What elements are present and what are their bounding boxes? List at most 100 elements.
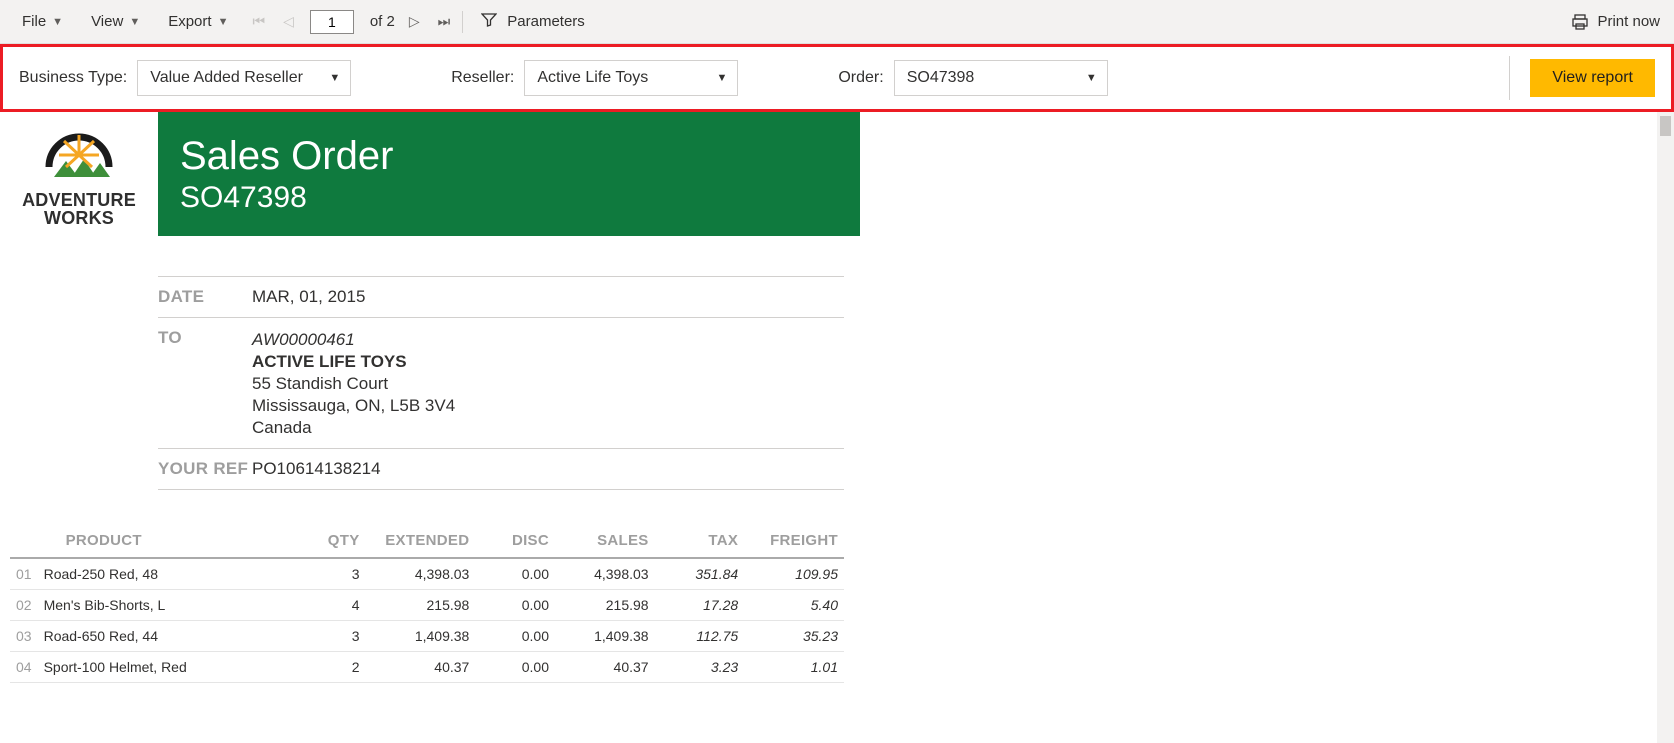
to-label: TO	[158, 328, 252, 348]
reseller-select[interactable]: Active Life Toys ▼	[524, 60, 738, 96]
cell-tax: 17.28	[655, 590, 745, 621]
ref-label: YOUR REF	[158, 459, 252, 479]
row-index: 03	[10, 621, 38, 652]
logo-text-line1: ADVENTURE	[22, 191, 136, 209]
row-index: 04	[10, 652, 38, 683]
parameter-bar: Business Type: Value Added Reseller ▼ Re…	[0, 44, 1674, 112]
cell-sales: 4,398.03	[555, 558, 655, 590]
cell-disc: 0.00	[475, 590, 555, 621]
export-menu[interactable]: Export ▼	[160, 9, 236, 34]
cell-sales: 1,409.38	[555, 621, 655, 652]
page-number-input[interactable]	[310, 10, 354, 34]
reseller-value: Active Life Toys	[537, 69, 648, 87]
th-qty: QTY	[306, 524, 366, 558]
table-row: 03Road-650 Red, 4431,409.380.001,409.381…	[10, 621, 844, 652]
adventure-works-logo: ADVENTURE WORKS	[0, 112, 158, 236]
page-total-label: of 2	[370, 13, 395, 30]
th-tax: TAX	[655, 524, 745, 558]
param-business-type: Business Type: Value Added Reseller ▼	[19, 60, 351, 96]
file-menu[interactable]: File ▼	[14, 9, 71, 34]
cell-sales: 215.98	[555, 590, 655, 621]
cell-freight: 35.23	[744, 621, 844, 652]
report-title-band: Sales Order SO47398	[158, 112, 860, 236]
print-button[interactable]: Print now	[1571, 13, 1660, 31]
view-menu-label: View	[91, 13, 123, 30]
cell-extended: 4,398.03	[366, 558, 476, 590]
date-value: MAR, 01, 2015	[252, 287, 365, 307]
cell-disc: 0.00	[475, 652, 555, 683]
th-freight: FREIGHT	[744, 524, 844, 558]
chevron-down-icon: ▼	[52, 16, 63, 28]
first-page-icon: ⏮	[248, 11, 269, 32]
line-items-table: PRODUCT QTY EXTENDED DISC SALES TAX FREI…	[10, 524, 844, 683]
table-row: 01Road-250 Red, 4834,398.030.004,398.033…	[10, 558, 844, 590]
row-index: 02	[10, 590, 38, 621]
toolbar-divider	[462, 11, 463, 33]
table-row: 04Sport-100 Helmet, Red240.370.0040.373.…	[10, 652, 844, 683]
parameters-label[interactable]: Parameters	[507, 13, 585, 30]
cell-disc: 0.00	[475, 558, 555, 590]
last-page-icon[interactable]: ⏭	[434, 11, 455, 32]
reseller-label: Reseller:	[451, 69, 514, 87]
th-extended: EXTENDED	[366, 524, 476, 558]
param-reseller: Reseller: Active Life Toys ▼	[451, 60, 738, 96]
page-nav: ⏮ ◁ of 2 ▷ ⏭	[248, 10, 454, 34]
info-row-ref: YOUR REF PO10614138214	[158, 449, 844, 490]
view-report-button[interactable]: View report	[1530, 59, 1655, 97]
cell-qty: 3	[306, 558, 366, 590]
print-label: Print now	[1597, 13, 1660, 30]
cell-qty: 4	[306, 590, 366, 621]
caret-down-icon: ▼	[1086, 72, 1097, 84]
export-menu-label: Export	[168, 13, 211, 30]
chevron-down-icon: ▼	[218, 16, 229, 28]
order-info: DATE MAR, 01, 2015 TO AW00000461 ACTIVE …	[158, 276, 844, 490]
file-menu-label: File	[22, 13, 46, 30]
prev-page-icon: ◁	[279, 11, 298, 32]
logo-icon	[24, 121, 134, 191]
cell-qty: 2	[306, 652, 366, 683]
info-row-to: TO AW00000461 ACTIVE LIFE TOYS 55 Standi…	[158, 318, 844, 449]
cell-freight: 1.01	[744, 652, 844, 683]
cell-extended: 40.37	[366, 652, 476, 683]
cell-tax: 112.75	[655, 621, 745, 652]
caret-down-icon: ▼	[329, 72, 340, 84]
to-addr2: Mississauga, ON, L5B 3V4	[252, 396, 455, 416]
order-select[interactable]: SO47398 ▼	[894, 60, 1108, 96]
cell-freight: 109.95	[744, 558, 844, 590]
th-sales: SALES	[555, 524, 655, 558]
view-menu[interactable]: View ▼	[83, 9, 148, 34]
to-code: AW00000461	[252, 330, 455, 350]
print-icon	[1571, 13, 1589, 31]
cell-qty: 3	[306, 621, 366, 652]
table-header-row: PRODUCT QTY EXTENDED DISC SALES TAX FREI…	[10, 524, 844, 558]
business-type-label: Business Type:	[19, 69, 127, 87]
date-label: DATE	[158, 287, 252, 307]
report-toolbar: File ▼ View ▼ Export ▼ ⏮ ◁ of 2 ▷ ⏭ Para…	[0, 0, 1674, 44]
to-name: ACTIVE LIFE TOYS	[252, 352, 455, 372]
business-type-select[interactable]: Value Added Reseller ▼	[137, 60, 351, 96]
report-page: ADVENTURE WORKS Sales Order SO47398 DATE…	[0, 112, 860, 743]
report-header: ADVENTURE WORKS Sales Order SO47398	[0, 112, 860, 236]
param-divider	[1509, 56, 1510, 100]
cell-extended: 1,409.38	[366, 621, 476, 652]
business-type-value: Value Added Reseller	[150, 69, 303, 87]
th-product: PRODUCT	[38, 524, 306, 558]
cell-product: Men's Bib-Shorts, L	[38, 590, 306, 621]
caret-down-icon: ▼	[716, 72, 727, 84]
vertical-scrollbar[interactable]	[1657, 112, 1674, 743]
chevron-down-icon: ▼	[129, 16, 140, 28]
ref-value: PO10614138214	[252, 459, 381, 479]
cell-disc: 0.00	[475, 621, 555, 652]
cell-product: Road-650 Red, 44	[38, 621, 306, 652]
parameters-icon[interactable]	[477, 10, 501, 33]
scrollbar-thumb[interactable]	[1660, 116, 1671, 136]
report-title: Sales Order	[180, 134, 860, 179]
param-order: Order: SO47398 ▼	[838, 60, 1107, 96]
to-addr1: 55 Standish Court	[252, 374, 455, 394]
row-index: 01	[10, 558, 38, 590]
th-disc: DISC	[475, 524, 555, 558]
next-page-icon[interactable]: ▷	[405, 11, 424, 32]
cell-freight: 5.40	[744, 590, 844, 621]
order-label: Order:	[838, 69, 883, 87]
table-row: 02Men's Bib-Shorts, L4215.980.00215.9817…	[10, 590, 844, 621]
